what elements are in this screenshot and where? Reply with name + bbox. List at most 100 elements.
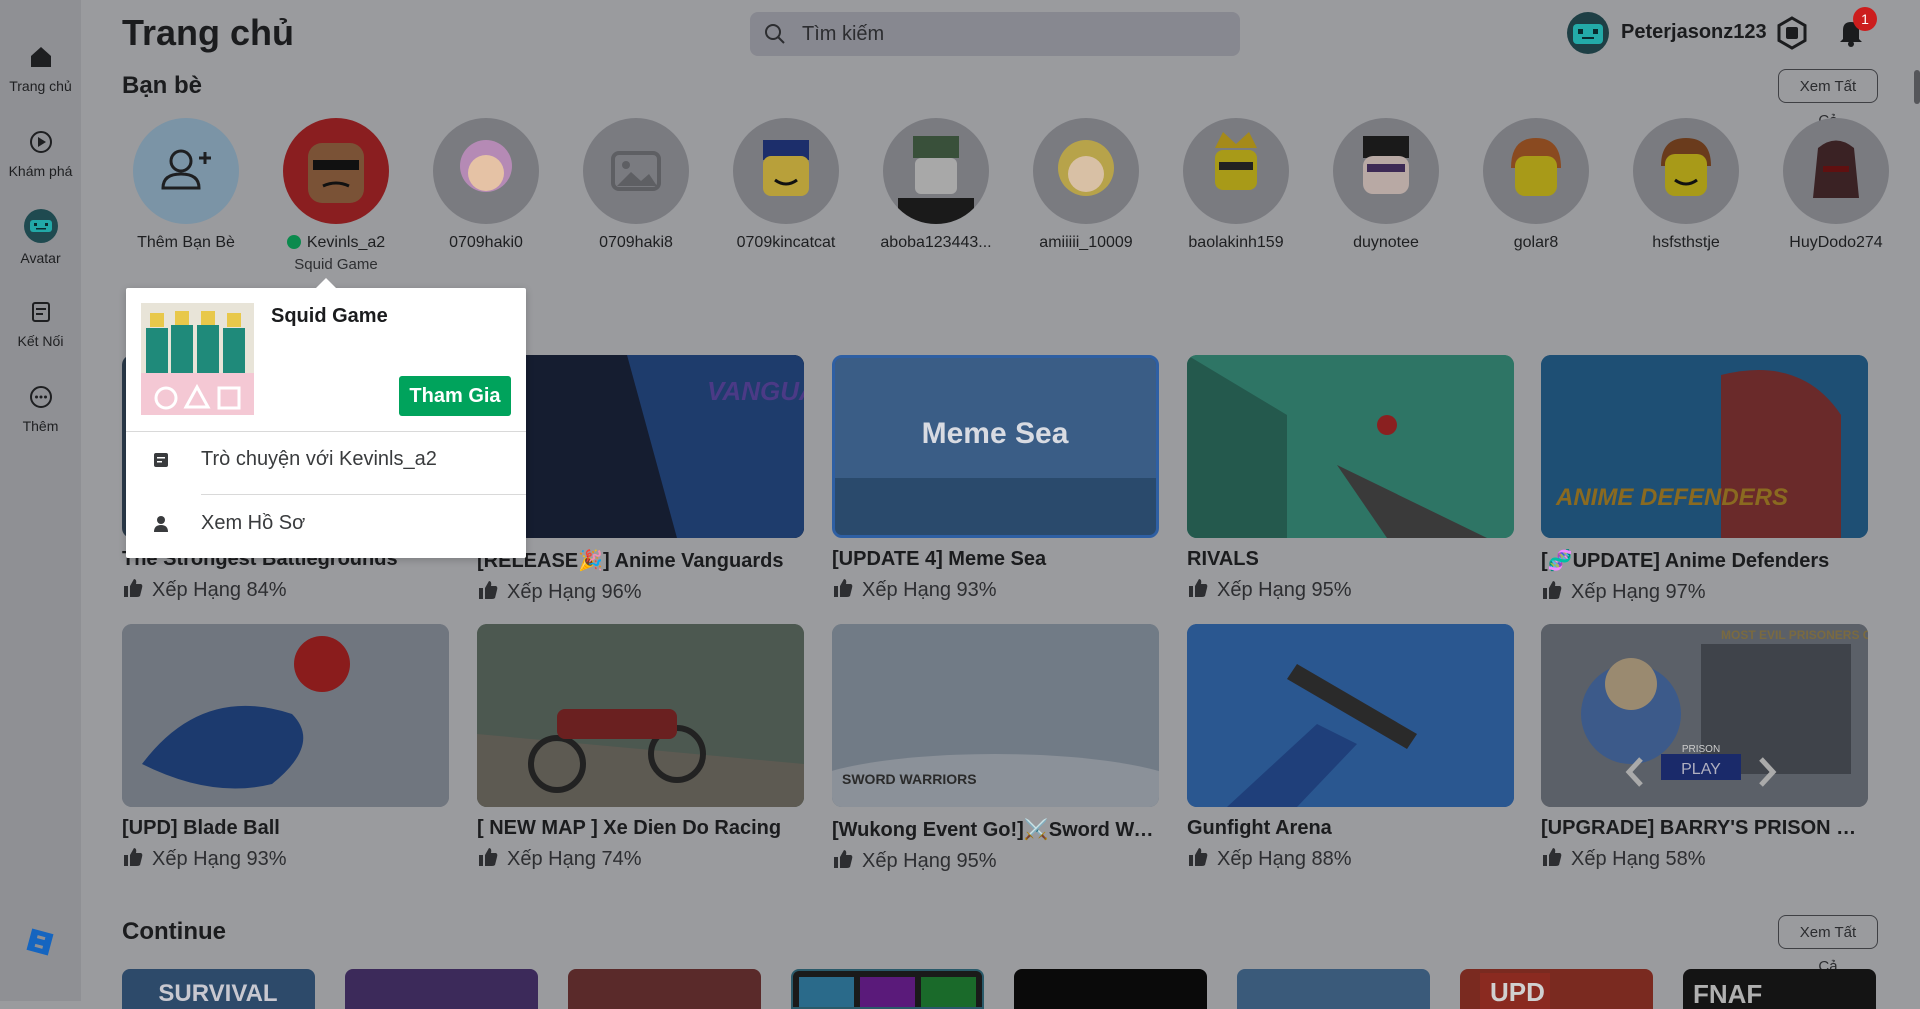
chat-icon <box>154 453 168 467</box>
robux-icon[interactable] <box>1775 16 1809 50</box>
friend-name: amiiiii_10009 <box>1039 234 1133 251</box>
game-tile[interactable]: MOST EVIL PRISONERS CELL PRISON PLAY [UPGR… <box>1541 624 1868 871</box>
friend-avatar[interactable] <box>583 118 689 224</box>
continue-see-all-button[interactable]: Xem Tất Cả <box>1778 915 1878 975</box>
continue-section-title: Continue <box>122 918 226 945</box>
game-title[interactable]: [ NEW MAP ] Xe Dien Do Racing <box>477 817 804 840</box>
popup-divider <box>201 494 526 495</box>
sidebar-item-connect[interactable]: Kết Nối <box>0 297 81 349</box>
game-thumbnail[interactable] <box>122 624 449 807</box>
search-input[interactable]: Tìm kiếm <box>802 23 884 46</box>
continue-tile[interactable] <box>1014 969 1207 1009</box>
sidebar-item-avatar[interactable]: Avatar <box>0 208 81 266</box>
friend-item[interactable]: aboba123443... <box>866 118 1006 252</box>
thumb-text: VANGUARDS <box>707 376 804 406</box>
game-title[interactable]: [Wukong Event Go!]⚔️Sword Wa... <box>832 817 1159 842</box>
game-tile[interactable]: Gunfight Arena Xếp Hạng 88% <box>1187 624 1514 871</box>
game-thumbnail[interactable] <box>1187 355 1514 538</box>
thumb-text: MOST EVIL PRISONERS CELL <box>1721 628 1868 642</box>
game-title[interactable]: RIVALS <box>1187 548 1514 571</box>
game-rating: Xếp Hạng 93% <box>832 577 1159 602</box>
continue-tile[interactable] <box>1237 969 1430 1009</box>
friend-status: Squid Game <box>294 256 378 273</box>
thumbs-up-icon <box>1543 581 1562 599</box>
thumbs-up-icon <box>479 581 498 599</box>
search-bar[interactable]: Tìm kiếm <box>750 12 1240 56</box>
game-rating: Xếp Hạng 93% <box>122 846 449 871</box>
continue-tile[interactable] <box>568 969 761 1009</box>
continue-thumbnail: SURVIVAL <box>158 980 277 1007</box>
friend-avatar-image <box>308 143 364 203</box>
friend-avatar[interactable] <box>1333 118 1439 224</box>
friend-avatar[interactable] <box>1483 118 1589 224</box>
game-thumbnail[interactable]: MOST EVIL PRISONERS CELL PRISON PLAY <box>1541 624 1868 807</box>
avatar[interactable] <box>1567 12 1609 54</box>
friend-avatar[interactable] <box>433 118 539 224</box>
friend-item[interactable]: golar8 <box>1466 118 1606 252</box>
more-icon <box>29 386 52 408</box>
view-profile-item[interactable]: Xem Hồ Sơ <box>126 496 526 552</box>
add-friend-button[interactable]: Thêm Bạn Bè <box>116 118 256 252</box>
image-placeholder-icon <box>611 151 661 191</box>
game-title[interactable]: [UPDATE 4] Meme Sea <box>832 548 1159 571</box>
game-thumbnail[interactable] <box>477 624 804 807</box>
friend-avatar[interactable] <box>733 118 839 224</box>
roblox-logo[interactable] <box>25 927 55 957</box>
game-thumbnail[interactable]: SWORD WARRIORS <box>832 624 1159 807</box>
game-title[interactable]: [RELEASE🎉] Anime Vanguards <box>477 548 804 573</box>
chat-with-friend-item[interactable]: Trò chuyện với Kevinls_a2 <box>126 432 526 488</box>
friend-item[interactable]: 0709haki0 <box>416 118 556 252</box>
game-tile[interactable]: RIVALS Xếp Hạng 95% <box>1187 355 1514 602</box>
sidebar-item-more[interactable]: Thêm <box>0 382 81 434</box>
game-thumbnail[interactable] <box>1187 624 1514 807</box>
game-title[interactable]: [UPGRADE] BARRY'S PRISON RU... <box>1541 817 1868 840</box>
game-tile[interactable]: [ NEW MAP ] Xe Dien Do Racing Xếp Hạng 7… <box>477 624 804 871</box>
game-tile[interactable]: [UPD] Blade Ball Xếp Hạng 93% <box>122 624 449 871</box>
scrollbar[interactable] <box>1914 70 1920 104</box>
game-title[interactable]: [🧬UPDATE] Anime Defenders <box>1541 548 1868 573</box>
friend-avatar[interactable] <box>1033 118 1139 224</box>
sidebar-item-label: Thêm <box>22 418 59 434</box>
continue-tile[interactable]: SURVIVAL <box>122 969 315 1009</box>
game-tile[interactable]: SWORD WARRIORS [Wukong Event Go!]⚔️Sword… <box>832 624 1159 873</box>
game-tile[interactable]: ANIME DEFENDERS [🧬UPDATE] Anime Defender… <box>1541 355 1868 604</box>
friend-name: Kevinls_a2 <box>306 234 386 251</box>
friend-avatar[interactable] <box>883 118 989 224</box>
friend-item[interactable]: 0709kincatcat <box>716 118 856 252</box>
friend-item[interactable]: hsfsthstje <box>1616 118 1756 252</box>
friend-item[interactable]: 0709haki8 <box>566 118 706 252</box>
continue-tile[interactable]: FNAF <box>1683 969 1876 1009</box>
game-rating-text: Xếp Hạng 97% <box>1571 581 1706 603</box>
game-tile[interactable]: Meme Sea [UPDATE 4] Meme Sea Xếp Hạng 93… <box>832 355 1159 602</box>
friend-avatar[interactable] <box>1783 118 1889 224</box>
friend-avatar[interactable] <box>1183 118 1289 224</box>
game-title[interactable]: [UPD] Blade Ball <box>122 817 449 840</box>
sidebar-item-discover[interactable]: Khám phá <box>0 127 81 179</box>
friend-item[interactable]: Kevinls_a2 Squid Game <box>266 118 406 273</box>
thumbs-up-icon <box>834 850 853 868</box>
game-thumbnail[interactable]: ANIME DEFENDERS <box>1541 355 1868 538</box>
continue-tile[interactable] <box>791 969 984 1009</box>
continue-tile[interactable] <box>345 969 538 1009</box>
game-title[interactable]: Gunfight Arena <box>1187 817 1514 840</box>
friend-item[interactable]: duynotee <box>1316 118 1456 252</box>
username[interactable]: Peterjasonz123 <box>1621 21 1767 44</box>
friend-item[interactable]: baolakinh159 <box>1166 118 1306 252</box>
popup-game-thumbnail[interactable] <box>141 303 254 415</box>
join-game-button[interactable]: Tham Gia <box>399 376 511 416</box>
friend-avatar[interactable] <box>1633 118 1739 224</box>
friends-section-title: Bạn bè <box>122 72 203 99</box>
add-friend-label: Thêm Bạn Bè <box>137 234 235 251</box>
friend-item[interactable]: HuyDodo274 <box>1766 118 1906 252</box>
sidebar-item-home[interactable]: Trang chủ <box>0 42 81 94</box>
continue-tile[interactable]: UPD <box>1460 969 1653 1009</box>
game-thumbnail[interactable]: VANGUARDS <box>477 355 804 538</box>
game-tile[interactable]: VANGUARDS [RELEASE🎉] Anime Vanguards Xếp… <box>477 355 804 604</box>
game-rating-text: Xếp Hạng 74% <box>507 848 642 870</box>
friend-avatar-image <box>1058 140 1114 196</box>
game-thumbnail[interactable]: Meme Sea <box>832 355 1159 538</box>
game-rating-text: Xếp Hạng 88% <box>1217 848 1352 870</box>
friend-avatar[interactable] <box>283 118 389 224</box>
friends-see-all-button[interactable]: Xem Tất Cả <box>1778 69 1878 129</box>
friend-item[interactable]: amiiiii_10009 <box>1016 118 1156 252</box>
